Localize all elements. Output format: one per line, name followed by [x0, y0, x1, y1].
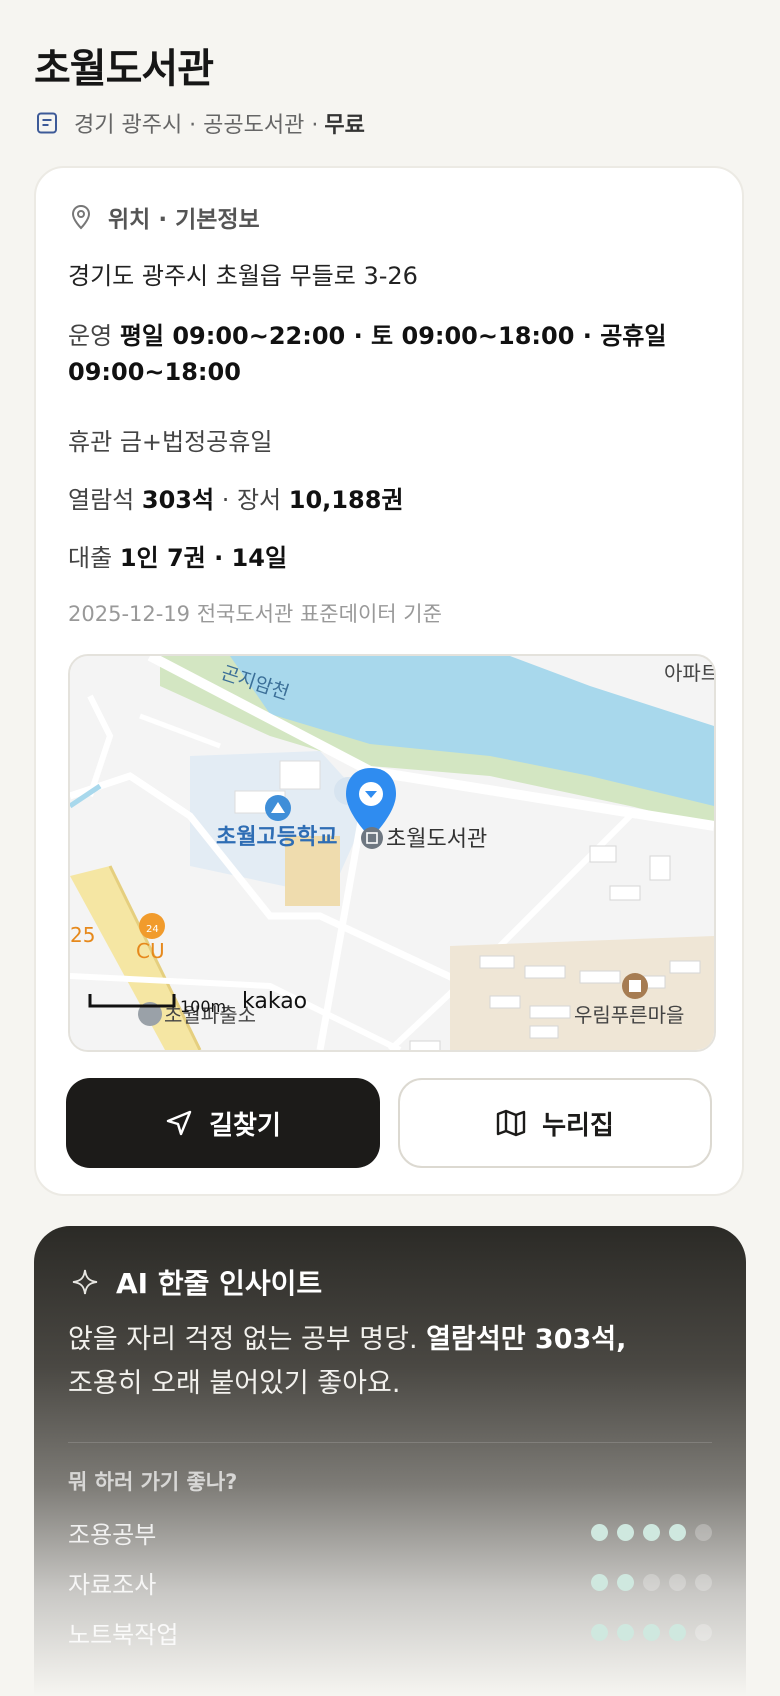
ai-insight-card: AI 한줄 인사이트 앉을 자리 걱정 없는 공부 명당. 열람석만 303석,… — [34, 1226, 746, 1696]
location-map[interactable]: 초월도서관 초월고등학교 곤지암천 아파트 우림푸른마을 24 CU 25 초월… — [68, 654, 716, 1052]
divider — [68, 1442, 712, 1443]
ai-text-line2: 조용히 오래 붙어있기 좋아요. — [68, 1368, 401, 1399]
ai-text-plain: 앉을 자리 걱정 없는 공부 명당. — [68, 1324, 418, 1355]
closed-value: 금+법정공휴일 — [119, 428, 273, 456]
rating-dot-empty — [669, 1573, 686, 1591]
map-label-library: 초월도서관 — [386, 827, 487, 852]
map-label-road-number: 25 — [70, 923, 95, 947]
rating-dot-empty — [695, 1523, 712, 1541]
seats-label: 열람석 — [68, 486, 135, 514]
books-label: · 장서 — [221, 486, 282, 514]
ai-question: 뭐 하러 가기 좋나? — [68, 1470, 238, 1494]
directions-button[interactable]: 길찾기 — [66, 1078, 380, 1168]
loan-row: 대출 1인 7권 · 14일 — [68, 538, 287, 573]
subtitle-row: 경기 광주시 · 공공도서관 · 무료 — [36, 108, 365, 138]
map-label-village: 우림푸른마을 — [574, 1003, 684, 1027]
rating-dot-filled — [617, 1623, 634, 1641]
rating-dot-filled — [669, 1623, 686, 1641]
rating-dot-filled — [617, 1573, 634, 1591]
fee-badge: 무료 — [324, 113, 365, 138]
rating-dot-empty — [643, 1573, 660, 1591]
rating-row: 조용공부 — [68, 1516, 712, 1549]
section-header: 위치 · 기본정보 — [70, 200, 260, 234]
rating-dots — [591, 1523, 712, 1541]
rating-dot-empty — [695, 1623, 712, 1641]
navigation-arrow-icon — [166, 1110, 192, 1136]
ai-insight-text: 앉을 자리 걱정 없는 공부 명당. 열람석만 303석, 조용히 오래 붙어있… — [68, 1318, 708, 1406]
ai-insight-title: AI 한줄 인사이트 — [116, 1267, 323, 1300]
sparkle-icon — [72, 1269, 98, 1295]
map-canvas[interactable]: 초월도서관 초월고등학교 곤지암천 아파트 우림푸른마을 24 CU 25 초월… — [70, 656, 714, 1050]
seats-value: 303석 — [141, 486, 215, 514]
map-label-school: 초월고등학교 — [216, 825, 337, 850]
section-title: 위치 · 기본정보 — [108, 207, 260, 233]
closed-row: 휴관 금+법정공휴일 — [68, 422, 272, 457]
map-label-store: CU — [136, 939, 165, 963]
rating-dots — [591, 1573, 712, 1591]
capacity-row: 열람석 303석 · 장서 10,188권 — [68, 480, 403, 515]
rating-dot-filled — [591, 1573, 608, 1591]
loan-label: 대출 — [68, 544, 113, 572]
closed-label: 휴관 — [68, 428, 113, 456]
hours-value-cont: 09:00~18:00 — [68, 358, 241, 386]
rating-row: 노트북작업 — [68, 1616, 712, 1649]
rating-row: 자료조사 — [68, 1566, 712, 1599]
hours-label: 운영 — [68, 322, 113, 350]
info-card: 위치 · 기본정보 경기도 광주시 초월읍 무들로 3-26 운영 평일 09:… — [34, 166, 744, 1196]
document-icon — [37, 112, 57, 134]
ai-insight-header: AI 한줄 인사이트 — [72, 1262, 322, 1302]
books-value: 10,188권 — [288, 486, 404, 514]
rating-dot-filled — [617, 1523, 634, 1541]
homepage-label: 누리집 — [542, 1110, 614, 1141]
rating-dot-empty — [695, 1573, 712, 1591]
rating-dot-filled — [591, 1623, 608, 1641]
rating-dots — [591, 1623, 712, 1641]
rating-dot-filled — [643, 1623, 660, 1641]
data-source: 2025-12-19 전국도서관 표준데이터 기준 — [68, 602, 442, 626]
hours-row: 운영 평일 09:00~22:00 · 토 09:00~18:00 · 공휴일 — [68, 316, 666, 351]
map-label-store-hours: 24 — [146, 924, 159, 935]
rating-label: 노트북작업 — [68, 1620, 179, 1649]
rating-dot-filled — [643, 1523, 660, 1541]
location-pin-icon — [71, 204, 91, 230]
ai-text-bold: 열람석만 303석, — [426, 1324, 627, 1355]
subtitle-meta: 경기 광주시 · 공공도서관 · — [74, 113, 319, 138]
directions-label: 길찾기 — [209, 1110, 281, 1141]
hours-row-cont: 09:00~18:00 — [68, 358, 241, 386]
hours-value: 평일 09:00~22:00 · 토 09:00~18:00 · 공휴일 — [119, 322, 667, 350]
map-label-apt: 아파트 — [664, 661, 714, 685]
loan-value: 1인 7권 · 14일 — [119, 544, 288, 572]
rating-dot-filled — [669, 1523, 686, 1541]
map-scale-text: 100m — [180, 997, 226, 1016]
rating-label: 자료조사 — [68, 1570, 157, 1599]
map-brand: kakao — [242, 989, 307, 1014]
map-icon — [496, 1109, 526, 1137]
rating-label: 조용공부 — [68, 1520, 157, 1549]
rating-dot-filled — [591, 1523, 608, 1541]
homepage-button[interactable]: 누리집 — [398, 1078, 712, 1168]
page-title: 초월도서관 — [34, 46, 214, 92]
address: 경기도 광주시 초월읍 무들로 3-26 — [68, 262, 418, 290]
